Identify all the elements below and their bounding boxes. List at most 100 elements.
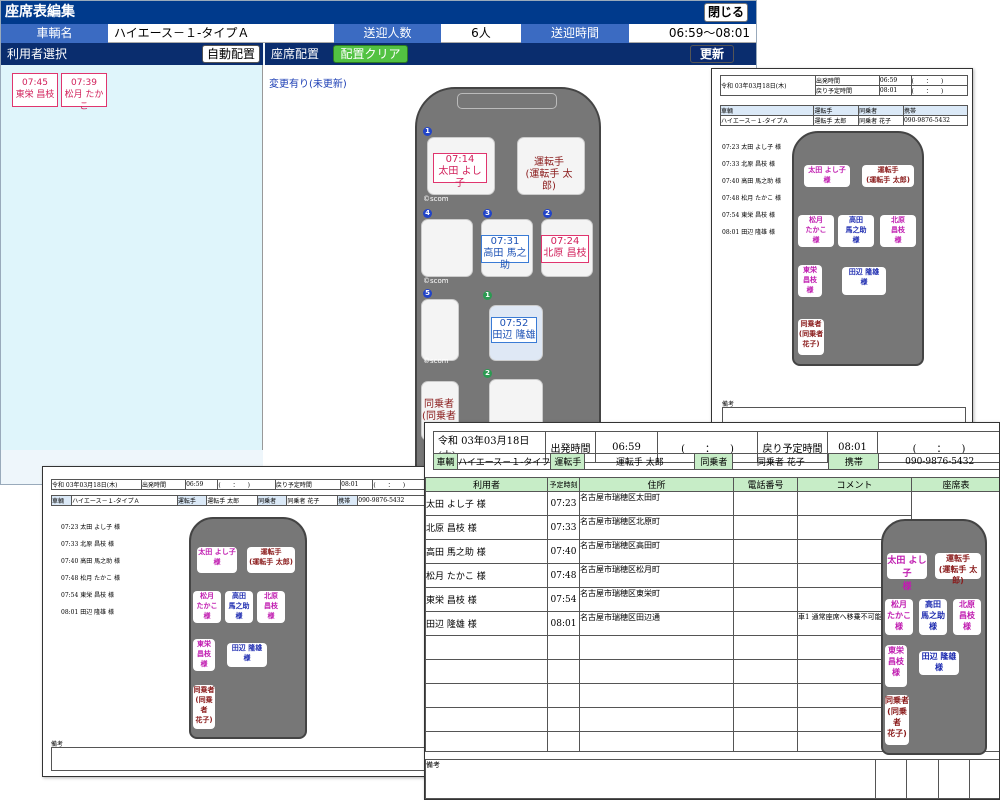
seat-card: 田辺 隆雄 様 (842, 267, 886, 295)
ret-label: 戻り予定時間 (274, 479, 342, 490)
user-card[interactable]: 07:39 松月 たかこ (61, 73, 107, 112)
row-name: 田辺 隆雄 様 (80, 609, 115, 616)
row-name: 北原 昌枝 様 (80, 541, 115, 548)
phone-label: 携帯 (828, 453, 880, 470)
row-address: 名古屋市瑞穂区高田町 (579, 539, 734, 564)
seat-card[interactable]: 07:14 太田 よし子 (433, 153, 487, 189)
seat-card[interactable]: 07:31 高田 馬之助 (481, 235, 529, 271)
logo: ©scom (423, 357, 449, 365)
phone-value: 090-9876-5432 (878, 453, 999, 470)
seat-number-badge: 5 (423, 289, 432, 298)
seat-name: 高田 馬之助 (483, 248, 527, 271)
col-header-address: 住所 (579, 477, 734, 492)
notes-box (51, 747, 433, 771)
vehicle-label: 車輌 (433, 453, 458, 470)
row-time: 07:48 (722, 195, 740, 202)
seat-number-badge: 1 (423, 127, 432, 136)
seat-card[interactable]: 07:52 田辺 隆雄 (491, 317, 537, 343)
row-time: 07:33 (61, 541, 79, 548)
seat-card: 同乗者 (同乗者 花子) (798, 319, 824, 355)
row-name: 松月 たかこ 様 (741, 195, 782, 202)
seat-card: 太田 よし子 様 (887, 553, 927, 592)
print-sheet-preview: 令和 03年03月18日(木) 出発時間 06:59 ( ： ) 戻り予定時間 … (711, 68, 973, 433)
driver-label: 運転手 (813, 105, 860, 116)
row-name: 田辺 隆雄 様 (741, 229, 776, 236)
companion-value: 同乗者 花子 (732, 453, 830, 470)
seat-card: 北原 昌枝 様 (257, 591, 285, 623)
row-name: 松月 たかこ 様 (80, 575, 121, 582)
driver-value: 運転手 太郎 (584, 453, 696, 470)
phone-value: 090-9876-5432 (357, 495, 431, 506)
vehicle-label: 車輌 (719, 105, 815, 116)
row-time: 07:40 (722, 178, 740, 185)
seat-card: 松月 たかこ 様 (193, 591, 221, 623)
seat-card: 運転手 (運転手 太郎) (862, 165, 914, 187)
driver-value: 運転手 太郎 (206, 495, 259, 506)
seat-card: 東栄 昌枝 様 (885, 645, 907, 687)
phone-label: 携帯 (902, 105, 969, 116)
row-name: 高田 馬之助 様 (80, 558, 121, 565)
change-status: 変更有り(未更新) (269, 79, 347, 90)
auto-assign-button[interactable]: 自動配置 (202, 45, 260, 63)
row-address: 名古屋市瑞穂区田辺通 (579, 611, 734, 636)
close-button[interactable]: 閉じる (704, 3, 748, 22)
print-sheet-detail: 令和 03年03月18日(木) 出発時間 06:59 ( ： ) 戻り予定時間 … (424, 422, 1000, 800)
companion-label: 同乗者 (694, 453, 734, 470)
row-address: 名古屋市瑞穂区東栄町 (579, 587, 734, 612)
notes-label: 備考 (425, 759, 876, 799)
user-name: 松月 たかこ (64, 90, 104, 112)
seat-time: 07:31 (490, 236, 520, 247)
seat-card: 田辺 隆雄 様 (227, 643, 267, 667)
companion-label: 同乗者 (858, 105, 904, 116)
driver-card: 運転手 (運転手 太郎) (525, 157, 573, 192)
col-header-comment: コメント (797, 477, 912, 492)
row-time: 08:01 (61, 609, 79, 616)
dashboard-shape (457, 93, 557, 109)
dep-value: 06:59 (878, 75, 912, 86)
ret-paren: ( ： ) (910, 85, 969, 96)
time-value: 06:59～08:01 (629, 24, 756, 43)
row-time: 07:33 (547, 515, 580, 540)
driver-value: 運転手 太郎 (813, 115, 860, 126)
companion-value: 同乗者 花子 (286, 495, 339, 506)
row-name: 東栄 昌枝 様 (80, 592, 115, 599)
sheet-date: 令和 03年03月18日(木) (720, 75, 816, 96)
wheelchair-badge: 2 (483, 369, 492, 378)
row-address: 名古屋市瑞穂区松月町 (579, 563, 734, 588)
seat-card: 同乗者 (同乗者 花子) (193, 685, 215, 729)
wheelchair-badge: 1 (483, 291, 492, 300)
dep-value: 06:59 (185, 479, 219, 490)
user-time: 07:45 (22, 78, 48, 88)
row-time: 07:40 (547, 539, 580, 564)
ret-value: 08:01 (340, 479, 374, 490)
row-name: 太田 よし子 様 (741, 144, 782, 151)
row-time: 07:23 (722, 144, 740, 151)
update-button[interactable]: 更新 (690, 45, 734, 63)
seat-card: 太田 よし子 様 (197, 547, 237, 573)
dep-paren: ( ： ) (910, 75, 969, 86)
user-card[interactable]: 07:45 東栄 昌枝 (12, 73, 58, 107)
seat-card: 田辺 隆雄 様 (919, 651, 959, 675)
seat-card[interactable]: 07:24 北原 昌枝 (541, 235, 589, 263)
col-header-time: 予定時刻 (547, 477, 580, 492)
seat-5[interactable] (421, 299, 459, 361)
clear-seats-button[interactable]: 配置クリア (333, 45, 408, 63)
logo: ©scom (423, 195, 449, 203)
count-value: 6人 (441, 24, 521, 43)
ret-label: 戻り予定時間 (815, 85, 880, 96)
logo: ©scom (423, 277, 449, 285)
col-header-seatmap: 座席表 (911, 477, 999, 492)
seat-4[interactable] (421, 219, 473, 277)
user-time: 07:39 (71, 78, 97, 88)
dep-label: 出発時間 (815, 75, 880, 86)
ret-value: 08:01 (878, 85, 912, 96)
row-name: 田辺 隆雄 様 (425, 611, 548, 636)
seat-card: 東栄 昌枝 様 (193, 639, 215, 671)
companion-value: 同乗者 花子 (858, 115, 904, 126)
ret-paren: ( ： ) (372, 479, 431, 490)
row-name: 松月 たかこ 様 (425, 563, 548, 588)
row-name: 北原 昌枝 様 (425, 515, 548, 540)
row-address: 名古屋市瑞穂区北原町 (579, 515, 734, 540)
seat-name: 田辺 隆雄 (492, 330, 536, 341)
seat-card: 高田 馬之助 様 (919, 599, 947, 635)
